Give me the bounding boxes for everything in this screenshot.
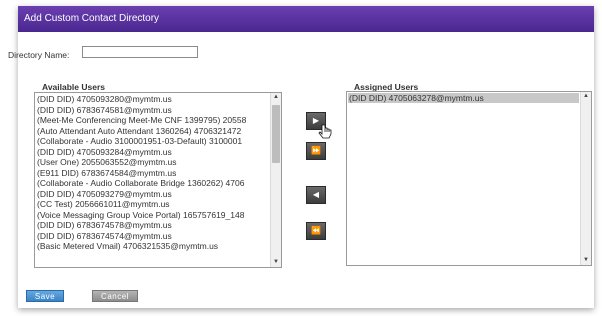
directory-name-input[interactable] — [82, 46, 198, 58]
scrollbar-thumb[interactable] — [272, 105, 280, 163]
dialog-title-bar: Add Custom Contact Directory — [18, 6, 594, 32]
assigned-users-scrollbar[interactable]: ▲ ▼ — [580, 92, 591, 265]
save-button[interactable]: Save — [26, 290, 64, 302]
assigned-user-item[interactable]: (DID DID) 4705063278@mymtm.us — [348, 93, 579, 103]
available-user-item[interactable]: (E911 DID) 6783674584@mymtm.us — [37, 168, 269, 179]
scroll-down-icon[interactable]: ▼ — [581, 256, 591, 265]
available-user-item[interactable]: (CC Test) 2056661011@mymtm.us — [37, 199, 269, 210]
available-user-item[interactable]: (DID DID) 6783674574@mymtm.us — [37, 231, 269, 242]
available-user-item[interactable]: (Auto Attendant Auto Attendant 1360264) … — [37, 126, 269, 137]
cancel-button[interactable]: Cancel — [92, 290, 138, 302]
available-users-list[interactable]: (DID DID) 4705093280@mymtm.us (DID DID) 6… — [34, 92, 282, 268]
directory-name-label: Directory Name: — [8, 49, 70, 60]
scroll-up-icon[interactable]: ▲ — [581, 92, 591, 101]
available-user-item[interactable]: (DID DID) 6783674581@mymtm.us — [37, 105, 269, 116]
available-user-item[interactable]: (Meet-Me Conferencing Meet-Me CNF 139979… — [37, 115, 269, 126]
available-user-item[interactable]: (DID DID) 4705093279@mymtm.us — [37, 189, 269, 200]
scroll-up-icon[interactable]: ▲ — [271, 93, 281, 102]
available-user-item[interactable]: (DID DID) 4705093284@mymtm.us — [37, 147, 269, 158]
available-user-item[interactable]: (DID DID) 6783674578@mymtm.us — [37, 220, 269, 231]
assigned-users-list[interactable]: (DID DID) 4705063278@mymtm.us ▲ ▼ — [346, 91, 592, 266]
available-users-scrollbar[interactable]: ▲ ▼ — [270, 93, 281, 267]
add-all-button[interactable]: ⏩ — [306, 142, 326, 160]
available-user-item[interactable]: (User One) 2055063552@mymtm.us — [37, 157, 269, 168]
scroll-down-icon[interactable]: ▼ — [271, 258, 281, 267]
available-user-item[interactable]: (Collaborate - Audio 3100001951-03-Defau… — [37, 136, 269, 147]
remove-all-button[interactable]: ⏪ — [306, 222, 326, 240]
directory-name-row: Directory Name: — [8, 49, 69, 60]
remove-selected-button[interactable]: ◀ — [306, 186, 326, 204]
hand-cursor-icon — [318, 124, 332, 139]
available-user-item[interactable]: (Basic Metered Vmail) 4706321535@mymtm.u… — [37, 241, 269, 252]
available-users-label: Available Users — [42, 82, 105, 92]
available-user-item[interactable]: (Voice Messaging Group Voice Portal) 165… — [37, 210, 269, 221]
available-user-item[interactable]: (Collaborate - Audio Collaborate Bridge … — [37, 178, 269, 189]
available-user-item[interactable]: (DID DID) 4705093280@mymtm.us — [37, 94, 269, 105]
dialog-title: Add Custom Contact Directory — [24, 13, 160, 24]
